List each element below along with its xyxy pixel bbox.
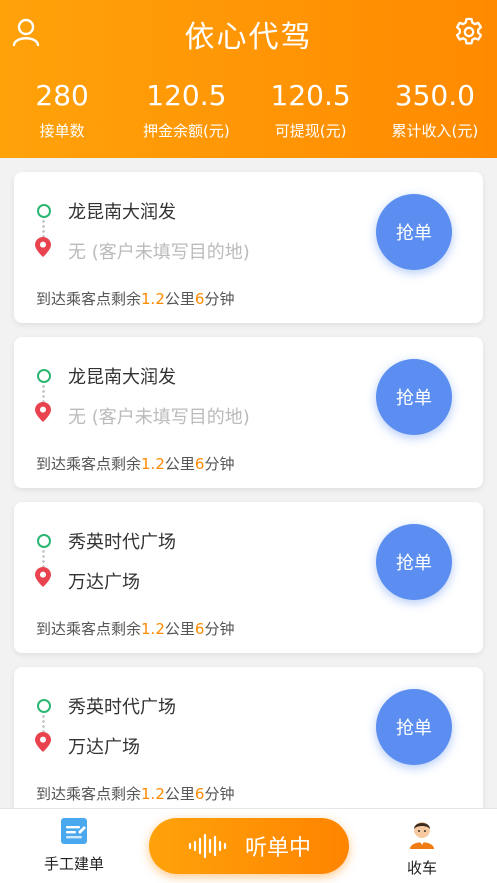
destination-pin-icon xyxy=(35,732,51,752)
origin-dot-icon xyxy=(37,369,51,383)
route-dots-icon xyxy=(42,714,45,732)
origin-address: 秀英时代广场 xyxy=(68,697,176,718)
destination-address: 无 (客户未填写目的地) xyxy=(68,242,250,263)
distance-info: 到达乘客点剩余1.2公里6分钟 xyxy=(36,618,234,639)
eta-unit: 分钟 xyxy=(204,620,235,638)
eta-minutes: 6 xyxy=(194,620,205,638)
order-card: 龙昆南大润发 无 (客户未填写目的地) 到达乘客点剩余1.2公里6分钟 抢单 xyxy=(14,337,483,488)
listening-button[interactable]: 听单中 xyxy=(149,818,349,874)
distance-info: 到达乘客点剩余1.2公里6分钟 xyxy=(36,783,234,804)
destination-address: 无 (客户未填写目的地) xyxy=(68,407,250,428)
origin-address: 龙昆南大润发 xyxy=(68,367,176,388)
stat-deposit: 120.5 押金余额(元) xyxy=(124,78,248,141)
tab-label: 手工建单 xyxy=(43,855,104,873)
distance-km-unit: 公里 xyxy=(164,290,195,308)
eta-minutes: 6 xyxy=(194,455,205,473)
eta-unit: 分钟 xyxy=(204,455,235,473)
distance-info: 到达乘客点剩余1.2公里6分钟 xyxy=(36,288,234,309)
order-card: 龙昆南大润发 无 (客户未填写目的地) 到达乘客点剩余1.2公里6分钟 抢单 xyxy=(14,172,483,323)
origin-dot-icon xyxy=(37,699,51,713)
page-title: 依心代驾 xyxy=(184,20,313,55)
stat-withdrawable: 120.5 可提现(元) xyxy=(249,78,373,141)
distance-km: 1.2 xyxy=(141,785,165,803)
grab-order-button[interactable]: 抢单 xyxy=(376,194,452,270)
eta-minutes: 6 xyxy=(194,290,205,308)
gear-icon[interactable] xyxy=(453,16,485,48)
driver-avatar-icon xyxy=(410,822,434,849)
tab-close-shift[interactable]: 收车 xyxy=(377,817,467,878)
origin-address: 秀英时代广场 xyxy=(68,532,176,553)
origin-address: 龙昆南大润发 xyxy=(68,202,176,223)
destination-address: 万达广场 xyxy=(68,572,140,593)
stat-value: 280 xyxy=(35,79,89,112)
stat-label: 押金余额(元) xyxy=(143,122,230,140)
stat-value: 120.5 xyxy=(146,79,227,112)
distance-km: 1.2 xyxy=(141,290,165,308)
distance-prefix: 到达乘客点剩余 xyxy=(36,620,142,638)
route-dots-icon xyxy=(42,384,45,402)
stat-label: 累计收入(元) xyxy=(391,122,479,140)
grab-order-button[interactable]: 抢单 xyxy=(376,689,452,765)
distance-km: 1.2 xyxy=(141,620,165,638)
tab-label: 收车 xyxy=(406,859,437,877)
stat-value: 120.5 xyxy=(270,79,351,112)
distance-km-unit: 公里 xyxy=(164,620,195,638)
order-card: 秀英时代广场 万达广场 到达乘客点剩余1.2公里6分钟 抢单 xyxy=(14,502,483,653)
eta-minutes: 6 xyxy=(194,785,205,803)
destination-pin-icon xyxy=(35,402,51,422)
order-list: 龙昆南大润发 无 (客户未填写目的地) 到达乘客点剩余1.2公里6分钟 抢单 龙… xyxy=(14,172,483,832)
edit-document-icon xyxy=(61,818,87,844)
distance-prefix: 到达乘客点剩余 xyxy=(36,455,142,473)
destination-address: 万达广场 xyxy=(68,737,140,758)
listening-label: 听单中 xyxy=(244,836,311,861)
stat-total-income: 350.0 累计收入(元) xyxy=(373,78,497,141)
tab-manual-order[interactable]: 手工建单 xyxy=(29,817,119,874)
stat-label: 接单数 xyxy=(39,122,85,140)
order-card: 秀英时代广场 万达广场 到达乘客点剩余1.2公里6分钟 抢单 xyxy=(14,667,483,818)
distance-km-unit: 公里 xyxy=(164,785,195,803)
route-dots-icon xyxy=(42,219,45,237)
origin-dot-icon xyxy=(37,534,51,548)
bottom-tabbar: 手工建单 听单中 收车 xyxy=(0,808,497,883)
stats-row: 280 接单数 120.5 押金余额(元) 120.5 可提现(元) 350.0… xyxy=(0,78,497,141)
grab-order-button[interactable]: 抢单 xyxy=(376,359,452,435)
destination-pin-icon xyxy=(35,237,51,257)
distance-info: 到达乘客点剩余1.2公里6分钟 xyxy=(36,453,234,474)
stat-label: 可提现(元) xyxy=(274,122,347,140)
soundwave-icon xyxy=(188,833,227,859)
distance-km-unit: 公里 xyxy=(164,455,195,473)
stat-value: 350.0 xyxy=(394,79,475,112)
eta-unit: 分钟 xyxy=(204,785,235,803)
grab-order-button[interactable]: 抢单 xyxy=(376,524,452,600)
destination-pin-icon xyxy=(35,567,51,587)
route-dots-icon xyxy=(42,549,45,567)
distance-prefix: 到达乘客点剩余 xyxy=(36,785,142,803)
origin-dot-icon xyxy=(37,204,51,218)
distance-prefix: 到达乘客点剩余 xyxy=(36,290,142,308)
stat-orders: 280 接单数 xyxy=(0,78,124,141)
eta-unit: 分钟 xyxy=(204,290,235,308)
app-header: 依心代驾 280 接单数 120.5 押金余额(元) 120.5 可提现(元) … xyxy=(0,0,497,158)
distance-km: 1.2 xyxy=(141,455,165,473)
